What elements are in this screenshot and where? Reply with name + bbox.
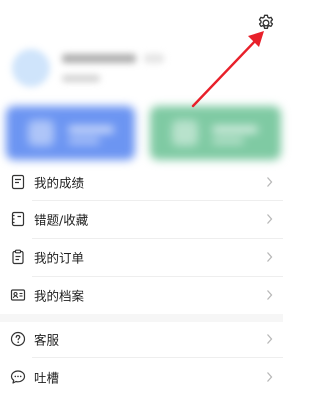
menu-item-label: 我的档案 — [34, 288, 85, 304]
chat-icon — [10, 369, 26, 385]
chevron-right-icon — [266, 290, 273, 301]
help-icon — [10, 331, 26, 347]
chevron-right-icon — [266, 214, 273, 225]
chevron-right-icon — [266, 177, 273, 188]
order-icon — [10, 249, 26, 265]
report-icon — [10, 174, 26, 190]
book-icon — [10, 211, 26, 227]
menu-item-label: 吐槽 — [34, 370, 60, 386]
chevron-right-icon — [266, 372, 273, 383]
menu-item-customer-service[interactable]: 客服 — [0, 320, 283, 358]
menu-item-wrong-questions[interactable]: 错题/收藏 — [0, 200, 283, 238]
menu-item-label: 我的成绩 — [34, 175, 85, 191]
menu-item-label: 客服 — [34, 332, 60, 348]
menu-item-label: 错题/收藏 — [34, 212, 89, 228]
menu-item-my-profile[interactable]: 我的档案 — [0, 276, 283, 314]
menu-item-feedback[interactable]: 吐槽 — [0, 358, 283, 396]
menu-item-my-scores[interactable]: 我的成绩 — [0, 163, 283, 201]
profile-card-icon — [10, 287, 26, 303]
menu-item-my-orders[interactable]: 我的订单 — [0, 238, 283, 276]
chevron-right-icon — [266, 252, 273, 263]
menu-item-label: 我的订单 — [34, 250, 85, 266]
chevron-right-icon — [266, 334, 273, 345]
